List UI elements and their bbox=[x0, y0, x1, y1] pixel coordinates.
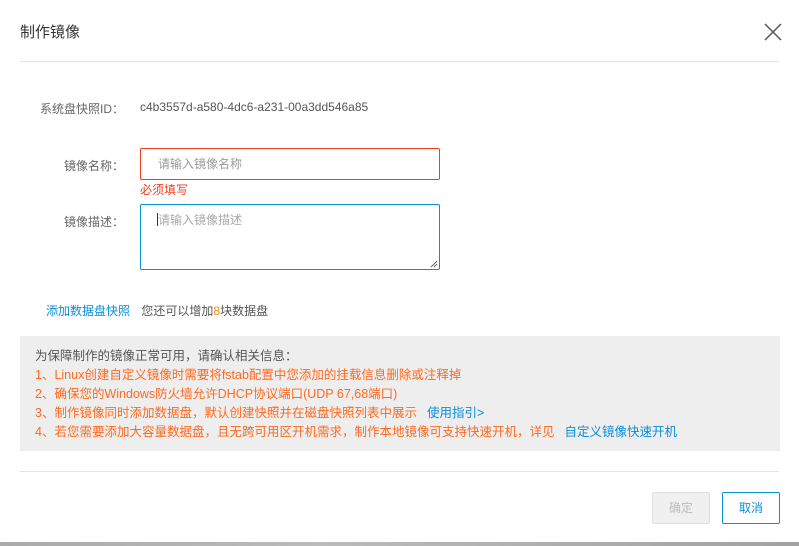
image-name-input[interactable]: 请输入镜像名称 bbox=[140, 148, 440, 180]
image-desc-textarea[interactable]: 请输入镜像描述 bbox=[140, 204, 440, 270]
notice-heading: 为保障制作的镜像正常可用，请确认相关信息： bbox=[35, 349, 298, 363]
dialog-title: 制作镜像 bbox=[20, 24, 81, 41]
snapshot-id-value: c4b3557d-a580-4dc6-a231-00a3dd546a85 bbox=[140, 100, 369, 114]
fast-boot-link[interactable]: 自定义镜像快速开机 bbox=[564, 425, 677, 439]
notice-box: 为保障制作的镜像正常可用，请确认相关信息： 1、Linux创建自定义镜像时需要将… bbox=[20, 336, 780, 451]
data-disk-hint: 您还可以增加8块数据盘 bbox=[141, 304, 268, 318]
close-icon[interactable] bbox=[763, 22, 783, 42]
snapshot-id-label: 系统盘快照ID： bbox=[39, 102, 124, 116]
add-data-disk-snapshot-link[interactable]: 添加数据盘快照 bbox=[46, 304, 130, 318]
footer-divider bbox=[20, 471, 779, 472]
image-desc-label: 镜像描述： bbox=[63, 215, 124, 229]
hint-suffix: 块数据盘 bbox=[220, 304, 269, 318]
resize-grip-icon[interactable] bbox=[429, 259, 438, 268]
confirm-button[interactable]: 确定 bbox=[652, 492, 710, 524]
hint-prefix: 您还可以增加 bbox=[141, 304, 214, 318]
cancel-button[interactable]: 取消 bbox=[722, 492, 780, 524]
image-desc-placeholder: 请输入镜像描述 bbox=[158, 213, 243, 227]
usage-guide-link[interactable]: 使用指引> bbox=[427, 406, 484, 420]
image-name-error: 必须填写 bbox=[140, 183, 189, 197]
notice-item: 4、若您需要添加大容量数据盘，且无跨可用区开机需求，制作本地镜像可支持快速开机，… bbox=[35, 425, 555, 439]
notice-item: 1、Linux创建自定义镜像时需要将fstab配置中您添加的挂载信息删除或注释掉 bbox=[35, 368, 462, 382]
image-name-label: 镜像名称： bbox=[63, 159, 124, 173]
image-name-placeholder: 请输入镜像名称 bbox=[158, 157, 243, 171]
header-divider bbox=[20, 61, 779, 62]
background-page-edge bbox=[0, 542, 799, 546]
notice-item: 2、确保您的Windows防火墙允许DHCP协议端口(UDP 67,68端口) bbox=[35, 387, 398, 401]
notice-item: 3、制作镜像同时添加数据盘，默认创建快照并在磁盘快照列表中展示 bbox=[35, 406, 417, 420]
